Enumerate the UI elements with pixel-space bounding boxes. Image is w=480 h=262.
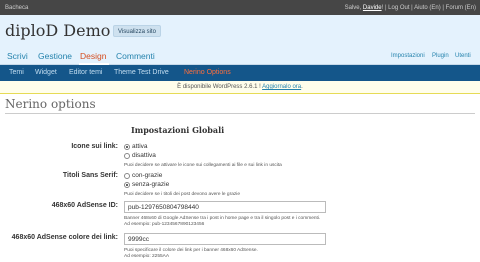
update-notice: È disponibile WordPress 2.6.1 ! Aggiorna… xyxy=(0,81,480,94)
link-utenti[interactable]: Utenti xyxy=(455,53,471,59)
radio-con-grazie[interactable] xyxy=(124,172,130,179)
page-title: Nerino options xyxy=(5,97,96,111)
adsense-color-example: Ad esempio: 2255AA xyxy=(124,254,170,259)
blog-header: diploD Demo Visualizza sito xyxy=(0,15,480,47)
titles-help: Puoi decidere se i titoli dei post devon… xyxy=(124,192,240,197)
adsense-color-input[interactable] xyxy=(124,233,326,245)
dashboard-link[interactable]: Bacheca xyxy=(5,5,28,11)
radio-attiva[interactable] xyxy=(124,143,130,150)
section-title: Impostazioni Globali xyxy=(131,125,225,135)
blog-title: diploD Demo xyxy=(5,21,111,40)
tab-gestione[interactable]: Gestione xyxy=(38,51,72,61)
user-menu-links[interactable]: ! | Log Out | Aiuto (En) | Forum (En) xyxy=(382,5,476,11)
visit-site-button[interactable]: Visualizza sito xyxy=(113,25,161,37)
main-navigation: Scrivi Gestione Design Commenti Impostaz… xyxy=(0,47,480,65)
tab-commenti[interactable]: Commenti xyxy=(116,51,155,61)
radio-disattiva[interactable] xyxy=(124,152,130,159)
radio-disattiva-label: disattiva xyxy=(132,152,156,159)
radio-con-grazie-label: con-grazie xyxy=(132,172,163,179)
tab-scrivi[interactable]: Scrivi xyxy=(7,51,28,61)
subnav-editor-temi[interactable]: Editor temi xyxy=(69,69,102,76)
update-notice-end: . xyxy=(301,84,303,90)
howdy-text: Salve, xyxy=(344,5,363,11)
subnav-temi[interactable]: Temi xyxy=(9,69,24,76)
subnav-nerino-options[interactable]: Nerino Options xyxy=(184,69,231,76)
tab-design[interactable]: Design xyxy=(80,51,106,61)
icons-help: Puoi decidere se attivare le icone sui c… xyxy=(124,163,282,168)
titles-option-con-grazie[interactable]: con-grazie xyxy=(124,172,162,179)
title-divider xyxy=(5,113,475,114)
admin-top-bar: Bacheca Salve, Davide! | Log Out | Aiuto… xyxy=(0,0,480,15)
radio-senza-grazie-label: senza-grazie xyxy=(132,181,170,188)
sub-navigation: Temi Widget Editor temi Theme Test Drive… xyxy=(0,65,480,81)
adsense-color-label: 468x60 AdSense colore dei link: xyxy=(11,234,118,241)
user-name-link[interactable]: Davide xyxy=(363,5,382,11)
radio-attiva-label: attiva xyxy=(132,143,148,150)
subnav-theme-test-drive[interactable]: Theme Test Drive xyxy=(114,69,169,76)
adsense-id-input[interactable] xyxy=(124,201,326,213)
icons-option-disattiva[interactable]: disattiva xyxy=(124,152,156,159)
adsense-id-label: 468x60 AdSense ID: xyxy=(51,202,118,209)
adsense-id-example: Ad esempio: pub-1234567890123456 xyxy=(124,222,205,227)
link-impostazioni[interactable]: Impostazioni xyxy=(391,53,425,59)
update-notice-text: È disponibile WordPress 2.6.1 ! xyxy=(177,84,263,90)
icons-option-attiva[interactable]: attiva xyxy=(124,143,148,150)
icons-label: Icone sui link: xyxy=(71,143,118,150)
update-now-link[interactable]: Aggiornalo ora xyxy=(262,84,301,90)
titles-label: Titoli Sans Serif: xyxy=(62,172,118,179)
link-plugin[interactable]: Plugin xyxy=(432,53,449,59)
subnav-widget[interactable]: Widget xyxy=(35,69,57,76)
titles-option-senza-grazie[interactable]: senza-grazie xyxy=(124,181,169,188)
radio-senza-grazie[interactable] xyxy=(124,181,130,188)
user-links: Salve, Davide! | Log Out | Aiuto (En) | … xyxy=(345,5,476,11)
